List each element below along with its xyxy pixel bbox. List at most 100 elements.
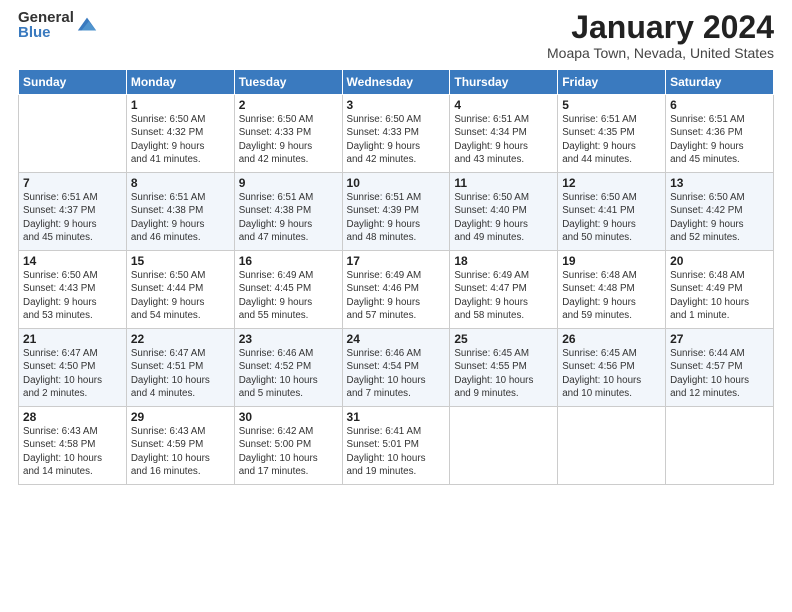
sunrise: Sunrise: 6:49 AM bbox=[347, 270, 422, 281]
day-cell: 4Sunrise: 6:51 AMSunset: 4:34 PMDaylight… bbox=[450, 95, 558, 173]
sunrise: Sunrise: 6:49 AM bbox=[239, 270, 314, 281]
day-cell: 20Sunrise: 6:48 AMSunset: 4:49 PMDayligh… bbox=[666, 251, 774, 329]
daylight-2: and 57 minutes. bbox=[347, 310, 417, 321]
daylight: Daylight: 9 hours bbox=[454, 141, 528, 152]
sunrise: Sunrise: 6:47 AM bbox=[131, 348, 206, 359]
sunset: Sunset: 4:54 PM bbox=[347, 361, 419, 372]
day-cell: 30Sunrise: 6:42 AMSunset: 5:00 PMDayligh… bbox=[234, 407, 342, 485]
daylight: Daylight: 9 hours bbox=[347, 141, 421, 152]
sunrise: Sunrise: 6:43 AM bbox=[23, 426, 98, 437]
sunset: Sunset: 4:42 PM bbox=[670, 205, 742, 216]
sunrise: Sunrise: 6:43 AM bbox=[131, 426, 206, 437]
sunrise: Sunrise: 6:50 AM bbox=[562, 192, 637, 203]
day-number: 10 bbox=[347, 176, 446, 190]
day-info: Sunrise: 6:51 AMSunset: 4:38 PMDaylight:… bbox=[239, 191, 338, 244]
daylight: Daylight: 9 hours bbox=[131, 141, 205, 152]
sunset: Sunset: 4:33 PM bbox=[347, 127, 419, 138]
day-info: Sunrise: 6:41 AMSunset: 5:01 PMDaylight:… bbox=[347, 425, 446, 478]
day-cell: 6Sunrise: 6:51 AMSunset: 4:36 PMDaylight… bbox=[666, 95, 774, 173]
day-number: 30 bbox=[239, 410, 338, 424]
day-info: Sunrise: 6:51 AMSunset: 4:36 PMDaylight:… bbox=[670, 113, 769, 166]
daylight: Daylight: 9 hours bbox=[347, 297, 421, 308]
daylight-2: and 19 minutes. bbox=[347, 466, 417, 477]
daylight: Daylight: 9 hours bbox=[239, 219, 313, 230]
daylight-2: and 42 minutes. bbox=[239, 154, 309, 165]
header: General Blue January 2024 Moapa Town, Ne… bbox=[18, 10, 774, 61]
sunrise: Sunrise: 6:50 AM bbox=[23, 270, 98, 281]
daylight: Daylight: 10 hours bbox=[131, 453, 210, 464]
day-number: 6 bbox=[670, 98, 769, 112]
sunrise: Sunrise: 6:51 AM bbox=[23, 192, 98, 203]
day-number: 12 bbox=[562, 176, 661, 190]
sunrise: Sunrise: 6:51 AM bbox=[670, 114, 745, 125]
daylight-2: and 5 minutes. bbox=[239, 388, 303, 399]
daylight-2: and 7 minutes. bbox=[347, 388, 411, 399]
daylight-2: and 10 minutes. bbox=[562, 388, 632, 399]
day-info: Sunrise: 6:50 AMSunset: 4:40 PMDaylight:… bbox=[454, 191, 553, 244]
daylight-2: and 59 minutes. bbox=[562, 310, 632, 321]
col-sunday: Sunday bbox=[19, 70, 127, 95]
daylight-2: and 4 minutes. bbox=[131, 388, 195, 399]
logo: General Blue bbox=[18, 10, 98, 40]
day-number: 1 bbox=[131, 98, 230, 112]
sunset: Sunset: 4:41 PM bbox=[562, 205, 634, 216]
daylight: Daylight: 10 hours bbox=[670, 297, 749, 308]
col-monday: Monday bbox=[126, 70, 234, 95]
day-number: 2 bbox=[239, 98, 338, 112]
daylight-2: and 2 minutes. bbox=[23, 388, 87, 399]
sunrise: Sunrise: 6:50 AM bbox=[131, 270, 206, 281]
day-cell: 23Sunrise: 6:46 AMSunset: 4:52 PMDayligh… bbox=[234, 329, 342, 407]
sunrise: Sunrise: 6:46 AM bbox=[347, 348, 422, 359]
sunset: Sunset: 4:58 PM bbox=[23, 439, 95, 450]
day-cell: 31Sunrise: 6:41 AMSunset: 5:01 PMDayligh… bbox=[342, 407, 450, 485]
day-number: 18 bbox=[454, 254, 553, 268]
day-info: Sunrise: 6:45 AMSunset: 4:56 PMDaylight:… bbox=[562, 347, 661, 400]
sunset: Sunset: 4:46 PM bbox=[347, 283, 419, 294]
sunrise: Sunrise: 6:50 AM bbox=[131, 114, 206, 125]
daylight: Daylight: 9 hours bbox=[670, 219, 744, 230]
day-number: 19 bbox=[562, 254, 661, 268]
day-cell: 2Sunrise: 6:50 AMSunset: 4:33 PMDaylight… bbox=[234, 95, 342, 173]
sunset: Sunset: 4:44 PM bbox=[131, 283, 203, 294]
day-number: 17 bbox=[347, 254, 446, 268]
week-row-4: 28 Sunrise: 6:43 AM Sunset: 4:58 PM Dayligh… bbox=[19, 407, 774, 485]
day-cell: 16Sunrise: 6:49 AMSunset: 4:45 PMDayligh… bbox=[234, 251, 342, 329]
col-saturday: Saturday bbox=[666, 70, 774, 95]
sunset: Sunset: 4:56 PM bbox=[562, 361, 634, 372]
day-info: Sunrise: 6:49 AM Sunset: 4:46 PM Daylight:… bbox=[347, 269, 446, 322]
day-info: Sunrise: 6:47 AMSunset: 4:50 PMDaylight:… bbox=[23, 347, 122, 400]
day-info: Sunrise: 6:43 AMSunset: 4:59 PMDaylight:… bbox=[131, 425, 230, 478]
day-cell: 24Sunrise: 6:46 AMSunset: 4:54 PMDayligh… bbox=[342, 329, 450, 407]
daylight-2: and 41 minutes. bbox=[131, 154, 201, 165]
day-number: 9 bbox=[239, 176, 338, 190]
sunset: Sunset: 5:01 PM bbox=[347, 439, 419, 450]
day-number: 22 bbox=[131, 332, 230, 346]
sunrise: Sunrise: 6:45 AM bbox=[562, 348, 637, 359]
daylight-2: and 50 minutes. bbox=[562, 232, 632, 243]
day-number: 13 bbox=[670, 176, 769, 190]
day-cell: 25Sunrise: 6:45 AMSunset: 4:55 PMDayligh… bbox=[450, 329, 558, 407]
day-cell: 22 Sunrise: 6:47 AM Sunset: 4:51 PM Dayligh… bbox=[126, 329, 234, 407]
daylight-2: and 49 minutes. bbox=[454, 232, 524, 243]
logo-text: General Blue bbox=[18, 10, 74, 40]
day-cell: 18Sunrise: 6:49 AMSunset: 4:47 PMDayligh… bbox=[450, 251, 558, 329]
sunrise: Sunrise: 6:50 AM bbox=[454, 192, 529, 203]
sunrise: Sunrise: 6:49 AM bbox=[454, 270, 529, 281]
sunset: Sunset: 4:51 PM bbox=[131, 361, 203, 372]
sunrise: Sunrise: 6:50 AM bbox=[670, 192, 745, 203]
day-cell: 7Sunrise: 6:51 AMSunset: 4:37 PMDaylight… bbox=[19, 173, 127, 251]
sunset: Sunset: 4:35 PM bbox=[562, 127, 634, 138]
logo-icon bbox=[76, 14, 98, 36]
logo-blue: Blue bbox=[18, 25, 74, 40]
sunrise: Sunrise: 6:51 AM bbox=[131, 192, 206, 203]
day-number: 8 bbox=[131, 176, 230, 190]
daylight: Daylight: 10 hours bbox=[131, 375, 210, 386]
daylight: Daylight: 9 hours bbox=[562, 219, 636, 230]
daylight: Daylight: 10 hours bbox=[23, 375, 102, 386]
day-info: Sunrise: 6:51 AMSunset: 4:37 PMDaylight:… bbox=[23, 191, 122, 244]
day-number: 28 bbox=[23, 410, 122, 424]
day-info: Sunrise: 6:45 AMSunset: 4:55 PMDaylight:… bbox=[454, 347, 553, 400]
sunset: Sunset: 4:55 PM bbox=[454, 361, 526, 372]
day-info: Sunrise: 6:46 AMSunset: 4:54 PMDaylight:… bbox=[347, 347, 446, 400]
day-cell: 28Sunrise: 6:43 AMSunset: 4:58 PMDayligh… bbox=[19, 407, 127, 485]
